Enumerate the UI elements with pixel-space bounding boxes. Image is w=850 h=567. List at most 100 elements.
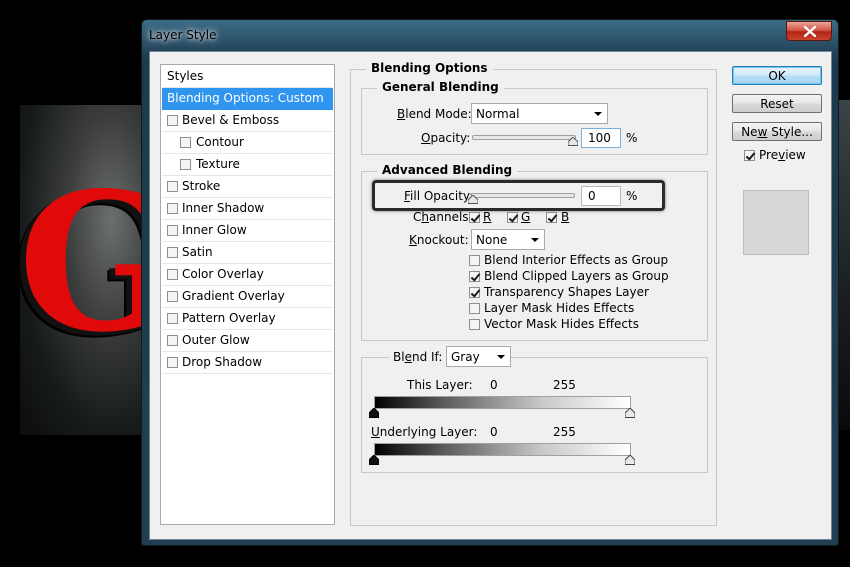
style-item-stroke[interactable]: Stroke	[162, 176, 333, 198]
chevron-down-icon	[497, 355, 505, 359]
blend-if-dropdown[interactable]: Gray	[446, 346, 511, 367]
channel-r-checkbox[interactable]	[469, 212, 480, 223]
fill-opacity-slider-thumb[interactable]	[468, 195, 478, 204]
outer-glow-checkbox[interactable]	[167, 335, 178, 346]
inner-glow-checkbox[interactable]	[167, 225, 178, 236]
style-item-pattern-overlay[interactable]: Pattern Overlay	[162, 308, 333, 330]
style-item-gradient-overlay[interactable]: Gradient Overlay	[162, 286, 333, 308]
style-item-contour[interactable]: Contour	[162, 132, 333, 154]
blend-mode-value: Normal	[476, 107, 520, 121]
blend-interior-effects-checkbox[interactable]	[469, 255, 480, 266]
style-item-bevel-emboss[interactable]: Bevel & Emboss	[162, 110, 333, 132]
style-item-label: Inner Shadow	[182, 201, 265, 215]
underlying-layer-gradient-bar[interactable]	[374, 443, 631, 456]
reset-button[interactable]: Reset	[732, 94, 822, 113]
preview-label: Preview	[759, 148, 806, 162]
style-item-label: Color Overlay	[182, 267, 264, 281]
blend-clipped-layers-checkbox[interactable]	[469, 271, 480, 282]
new-style-button[interactable]: New Style...	[732, 122, 822, 141]
vector-mask-hides-label: Vector Mask Hides Effects	[484, 317, 639, 331]
knockout-label: Knockout:	[409, 233, 469, 247]
chevron-down-icon	[594, 112, 602, 116]
opacity-unit: %	[626, 131, 638, 145]
style-item-inner-glow[interactable]: Inner Glow	[162, 220, 333, 242]
pattern-overlay-checkbox[interactable]	[167, 313, 178, 324]
inner-shadow-checkbox[interactable]	[167, 203, 178, 214]
styles-list: Styles Blending Options: Custom Bevel & …	[160, 64, 335, 525]
underlying-layer-black-stop[interactable]	[369, 455, 379, 465]
style-item-label: Drop Shadow	[182, 355, 263, 369]
fill-opacity-unit: %	[626, 189, 638, 203]
color-overlay-checkbox[interactable]	[167, 269, 178, 280]
this-layer-black-stop[interactable]	[369, 408, 379, 418]
channel-g-label: G	[521, 210, 531, 224]
style-item-outer-glow[interactable]: Outer Glow	[162, 330, 333, 352]
ok-button[interactable]: OK	[732, 66, 822, 85]
blend-mode-label: Blend Mode:	[397, 107, 472, 121]
style-item-label: Inner Glow	[182, 223, 247, 237]
this-layer-min: 0	[490, 378, 498, 392]
this-layer-max: 255	[553, 378, 576, 392]
satin-checkbox[interactable]	[167, 247, 178, 258]
knockout-dropdown[interactable]: None	[471, 229, 545, 250]
preview-checkbox[interactable]	[744, 150, 755, 161]
blend-mode-dropdown[interactable]: Normal	[471, 103, 608, 124]
style-item-label: Satin	[182, 245, 213, 259]
underlying-layer-max: 255	[553, 425, 576, 439]
layer-style-dialog: Layer Style Styles Blending Options: Cus…	[141, 19, 839, 546]
fill-opacity-slider-track[interactable]	[471, 193, 575, 198]
channel-b-checkbox[interactable]	[546, 212, 557, 223]
dialog-client-area: Styles Blending Options: Custom Bevel & …	[149, 51, 832, 540]
advanced-blending-title: Advanced Blending	[377, 163, 518, 177]
this-layer-gradient-bar[interactable]	[374, 396, 631, 409]
style-item-label: Bevel & Emboss	[182, 113, 280, 127]
window-title: Layer Style	[149, 28, 217, 42]
style-item-blending-options[interactable]: Blending Options: Custom	[162, 88, 333, 110]
channel-b-label: B	[561, 210, 570, 224]
knockout-value: None	[476, 233, 508, 247]
opacity-slider-track[interactable]	[472, 135, 576, 140]
blend-if-label: Blend If:	[389, 350, 447, 364]
close-button[interactable]	[786, 21, 832, 41]
style-item-drop-shadow[interactable]: Drop Shadow	[162, 352, 333, 374]
drop-shadow-checkbox[interactable]	[167, 357, 178, 368]
opacity-slider-thumb[interactable]	[568, 137, 578, 146]
ok-button-label: OK	[768, 69, 786, 83]
style-item-satin[interactable]: Satin	[162, 242, 333, 264]
close-icon	[803, 26, 817, 37]
blend-if-value: Gray	[451, 350, 480, 364]
opacity-label: Opacity:	[421, 131, 471, 145]
blend-interior-effects-label: Blend Interior Effects as Group	[484, 253, 669, 267]
stroke-checkbox[interactable]	[167, 181, 178, 192]
style-item-color-overlay[interactable]: Color Overlay	[162, 264, 333, 286]
style-item-texture[interactable]: Texture	[162, 154, 333, 176]
opacity-input[interactable]: 100	[581, 128, 621, 148]
channels-label: Channels:	[413, 210, 473, 224]
style-item-inner-shadow[interactable]: Inner Shadow	[162, 198, 333, 220]
general-blending-title: General Blending	[377, 80, 504, 94]
styles-header[interactable]: Styles	[162, 66, 333, 88]
title-bar[interactable]: Layer Style	[142, 20, 838, 50]
contour-checkbox[interactable]	[180, 137, 191, 148]
fill-opacity-value: 0	[588, 189, 596, 203]
style-item-label: Stroke	[182, 179, 221, 193]
fill-opacity-input[interactable]: 0	[581, 186, 621, 206]
underlying-layer-label: Underlying Layer:	[371, 425, 478, 439]
channel-g-checkbox[interactable]	[507, 212, 518, 223]
gradient-overlay-checkbox[interactable]	[167, 291, 178, 302]
chevron-down-icon	[531, 238, 539, 242]
reset-button-label: Reset	[760, 97, 794, 111]
transparency-shapes-label: Transparency Shapes Layer	[484, 285, 649, 299]
bevel-emboss-checkbox[interactable]	[167, 115, 178, 126]
blending-options-title: Blending Options	[366, 61, 493, 75]
vector-mask-hides-checkbox[interactable]	[469, 319, 480, 330]
layer-mask-hides-label: Layer Mask Hides Effects	[484, 301, 635, 315]
transparency-shapes-checkbox[interactable]	[469, 287, 480, 298]
texture-checkbox[interactable]	[180, 159, 191, 170]
layer-mask-hides-checkbox[interactable]	[469, 303, 480, 314]
opacity-value: 100	[588, 131, 611, 145]
this-layer-white-stop[interactable]	[625, 408, 635, 418]
underlying-layer-white-stop[interactable]	[625, 455, 635, 465]
underlying-layer-min: 0	[490, 425, 498, 439]
style-preview-swatch	[743, 190, 809, 255]
